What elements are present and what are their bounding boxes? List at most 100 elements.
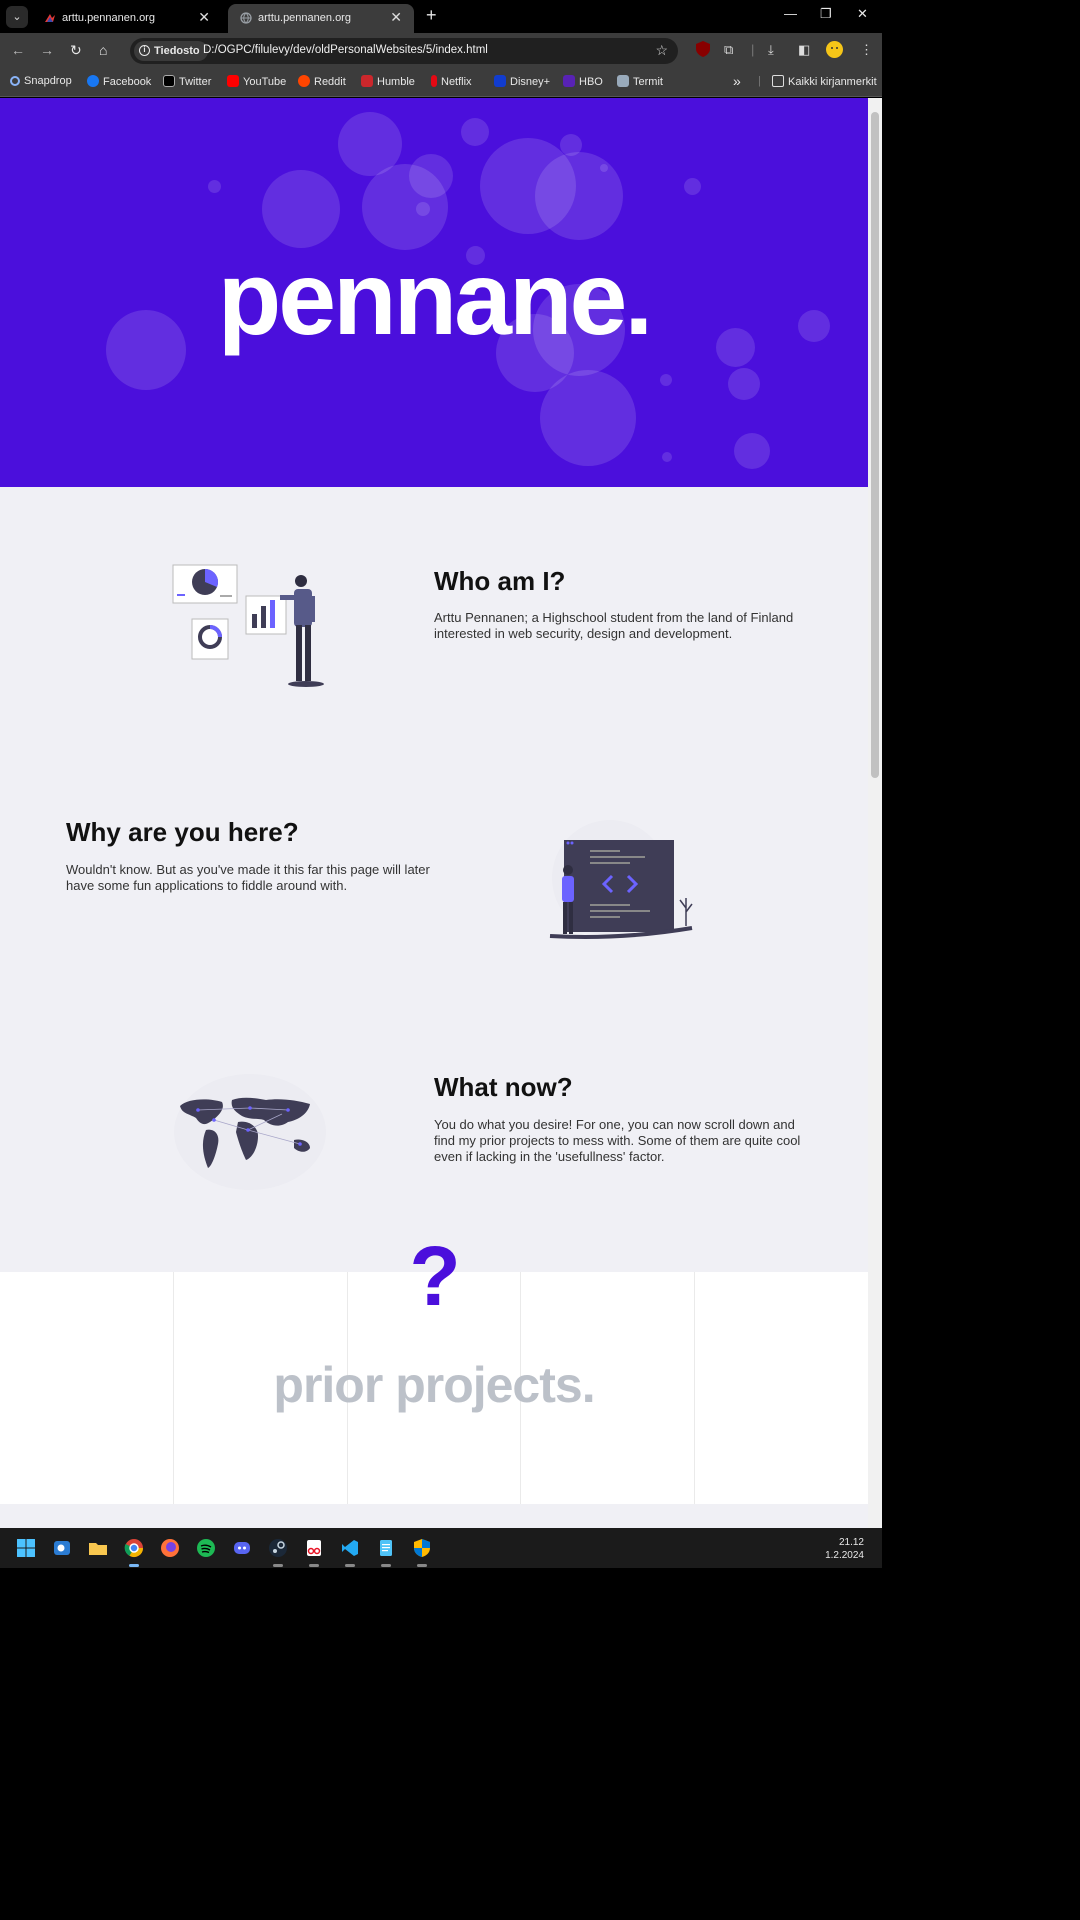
downloads-icon[interactable]: ⤓ (768, 42, 774, 58)
tab-strip: ⌄ arttu.pennanen.org ✕ arttu.pennanen.or… (0, 0, 882, 33)
section-text-who: Arttu Pennanen; a Highschool student fro… (434, 610, 794, 641)
presentation-illustration (172, 564, 324, 687)
tab-inactive[interactable]: arttu.pennanen.org ✕ (32, 4, 222, 33)
close-tab-icon[interactable]: ✕ (390, 9, 402, 26)
running-app-indicator (381, 1564, 391, 1567)
section-text-what-now: You do what you desire! For one, you can… (434, 1117, 801, 1164)
outlook-icon[interactable] (52, 1538, 72, 1558)
humble-icon (361, 75, 373, 87)
netflix-icon (431, 75, 437, 87)
tab-title: arttu.pennanen.org (62, 12, 155, 24)
bookmarks-divider: | (758, 75, 761, 87)
running-app-indicator (273, 1564, 283, 1567)
clock-date: 1.2.2024 (825, 1550, 864, 1561)
bookmark-facebook[interactable]: Facebook (87, 75, 151, 88)
bookmark-humble[interactable]: Humble (361, 75, 415, 88)
chrome-icon[interactable] (124, 1538, 144, 1558)
snipping-tool-icon[interactable] (304, 1538, 324, 1558)
taskbar: 21.12 1.2.2024 (0, 1528, 882, 1568)
bookmark-star-icon[interactable]: ☆ (655, 42, 668, 59)
bookmark-twitter[interactable]: Twitter (163, 75, 211, 88)
reload-icon[interactable]: ↻ (70, 42, 82, 59)
section-title-what-now: What now? (434, 1072, 573, 1102)
running-app-indicator (345, 1564, 355, 1567)
scrollbar-thumb[interactable] (871, 112, 879, 778)
termit-icon (617, 75, 629, 87)
bookmark-reddit[interactable]: Reddit (298, 75, 346, 88)
active-app-indicator (129, 1564, 139, 1567)
tab-search-button[interactable]: ⌄ (6, 6, 28, 28)
vscode-icon[interactable] (340, 1538, 360, 1558)
bookmark-disney[interactable]: Disney+ (494, 75, 550, 88)
close-tab-icon[interactable]: ✕ (198, 9, 210, 26)
disney-icon (494, 75, 506, 87)
forward-icon[interactable]: → (40, 42, 54, 58)
bubble (461, 118, 489, 146)
site-info-chip[interactable]: i Tiedosto (134, 41, 208, 61)
side-panel-icon[interactable]: ◧ (798, 42, 810, 58)
bookmark-netflix[interactable]: Netflix (431, 75, 472, 88)
facebook-icon (87, 75, 99, 87)
youtube-icon (227, 75, 239, 87)
question-mark-icon: ? (409, 1229, 461, 1323)
ublock-extension-icon[interactable] (696, 41, 710, 60)
new-tab-button[interactable]: + (426, 5, 437, 26)
page-viewport[interactable]: pennane. Who am I? Arttu Pennanen; a Hig… (0, 98, 868, 1528)
discord-icon[interactable] (232, 1538, 252, 1558)
address-bar[interactable]: i Tiedosto D:/OGPC/filulevy/dev/oldPerso… (130, 38, 678, 64)
file-explorer-icon[interactable] (88, 1538, 108, 1558)
spotify-icon[interactable] (196, 1538, 216, 1558)
reddit-icon (298, 75, 310, 87)
windows-start-icon[interactable] (16, 1538, 36, 1558)
world-map-illustration (174, 1074, 326, 1190)
toolbar-divider: | (751, 42, 755, 57)
coding-illustration (549, 820, 693, 939)
folder-icon (772, 75, 784, 87)
section-title-why: Why are you here? (66, 817, 299, 847)
snapdrop-icon (10, 76, 20, 86)
bubble (600, 164, 608, 172)
clock-time: 21.12 (838, 1537, 864, 1548)
info-icon: i (139, 45, 150, 56)
bubble (208, 180, 221, 193)
section-text-why: Wouldn't know. But as you've made it thi… (66, 862, 430, 893)
all-bookmarks-folder[interactable]: Kaikki kirjanmerkit (772, 75, 877, 88)
close-window-icon[interactable]: ✕ (857, 6, 868, 22)
bubble (684, 178, 701, 195)
bubble (362, 164, 448, 250)
bubble (734, 433, 770, 469)
notepad-icon[interactable] (376, 1538, 396, 1558)
bubble (662, 452, 672, 462)
bookmark-youtube[interactable]: YouTube (227, 75, 286, 88)
hbo-max-icon (563, 75, 575, 87)
back-icon[interactable]: ← (11, 42, 25, 58)
extensions-icon[interactable]: ⧉ (724, 42, 733, 58)
url-text: D:/OGPC/filulevy/dev/oldPersonalWebsites… (203, 44, 488, 56)
hero-title: pennane. (217, 241, 654, 357)
x-twitter-icon (163, 75, 175, 87)
profile-avatar[interactable] (826, 41, 843, 61)
steam-icon[interactable] (268, 1538, 288, 1558)
bubble (535, 152, 623, 240)
restore-icon[interactable]: ❐ (820, 6, 832, 22)
system-clock[interactable]: 21.12 1.2.2024 (825, 1536, 864, 1562)
bookmark-hbo[interactable]: HBO (563, 75, 603, 88)
bubble (660, 374, 672, 386)
firefox-icon[interactable] (160, 1538, 180, 1558)
bookmark-snapdrop[interactable]: Snapdrop (10, 75, 72, 87)
site-favicon-icon (45, 14, 55, 22)
page-scrollbar[interactable] (868, 98, 882, 1528)
bookmarks-bar: Snapdrop Facebook Twitter YouTube Reddit… (0, 69, 882, 97)
tab-active[interactable]: arttu.pennanen.org ✕ (228, 4, 414, 33)
running-app-indicator (309, 1564, 319, 1567)
site-info-label: Tiedosto (154, 45, 200, 57)
bubble (262, 170, 340, 248)
bubble (540, 370, 636, 466)
bookmark-termit[interactable]: Termit (617, 75, 663, 88)
windows-security-icon[interactable] (412, 1538, 432, 1558)
bookmarks-overflow-button[interactable]: » (733, 73, 741, 89)
minimize-icon[interactable]: — (784, 6, 797, 21)
projects-title: prior projects. (273, 1357, 595, 1413)
home-icon[interactable]: ⌂ (99, 42, 107, 58)
menu-kebab-icon[interactable]: ⋮ (860, 42, 873, 58)
